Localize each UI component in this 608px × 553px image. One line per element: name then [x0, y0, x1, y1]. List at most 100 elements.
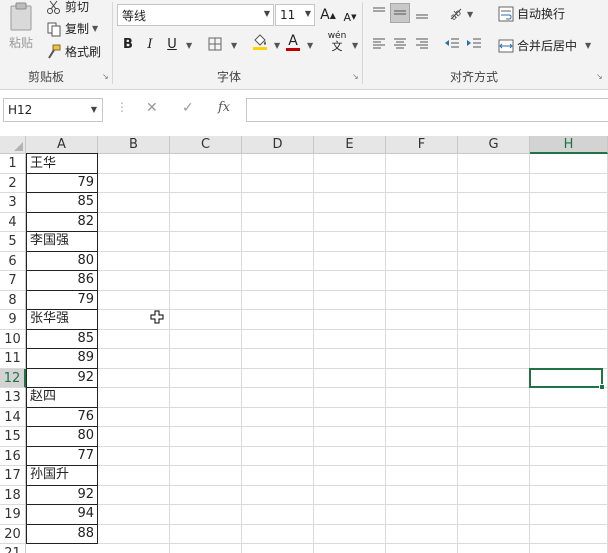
paste-button[interactable]: 粘贴: [6, 2, 36, 62]
underline-button[interactable]: U: [162, 34, 182, 54]
cell-a11[interactable]: 89: [26, 348, 98, 369]
merge-center-button[interactable]: 合并后居中 ▼: [498, 37, 591, 54]
column-header-h[interactable]: H: [530, 136, 608, 154]
chevron-down-icon[interactable]: ▼: [467, 10, 473, 19]
cell-a3[interactable]: 85: [26, 192, 98, 213]
chevron-down-icon[interactable]: ▼: [186, 41, 192, 50]
column-header-g[interactable]: G: [458, 136, 530, 154]
chevron-down-icon[interactable]: ▼: [307, 41, 313, 50]
cell-a9[interactable]: 张华强: [26, 309, 98, 330]
row-header-19[interactable]: 19: [0, 505, 26, 525]
cut-button[interactable]: 剪切: [46, 0, 89, 15]
row-header-6[interactable]: 6: [0, 251, 26, 271]
align-center-button[interactable]: [390, 34, 410, 54]
font-name-select[interactable]: 等线 ▼: [117, 4, 274, 26]
chevron-down-icon[interactable]: ▼: [274, 41, 280, 50]
chevron-down-icon[interactable]: ▼: [352, 41, 358, 50]
row-header-8[interactable]: 8: [0, 290, 26, 310]
fill-handle[interactable]: [599, 384, 605, 390]
font-color-button[interactable]: A: [283, 32, 303, 52]
formula-input[interactable]: [246, 98, 608, 122]
cell-a20[interactable]: 88: [26, 523, 98, 544]
cell-a13[interactable]: 赵四: [26, 387, 98, 408]
align-top-button[interactable]: [369, 3, 389, 23]
cell-a17[interactable]: 孙国升: [26, 465, 98, 486]
enter-check-icon[interactable]: ✓: [182, 100, 194, 116]
chevron-down-icon[interactable]: ▼: [585, 41, 591, 50]
row-header-14[interactable]: 14: [0, 407, 26, 427]
row-header-10[interactable]: 10: [0, 329, 26, 349]
row-header-18[interactable]: 18: [0, 485, 26, 505]
dialog-launcher-icon[interactable]: ↘: [352, 73, 360, 81]
fill-color-button[interactable]: [250, 32, 270, 52]
select-all-corner[interactable]: [0, 136, 26, 154]
orientation-button[interactable]: ab: [446, 3, 466, 23]
row-header-2[interactable]: 2: [0, 173, 26, 193]
group-divider: [362, 2, 363, 84]
dialog-launcher-icon[interactable]: ↘: [596, 73, 604, 81]
cell-a12[interactable]: 92: [26, 367, 98, 388]
borders-button[interactable]: [205, 34, 225, 54]
column-header-b[interactable]: B: [98, 136, 170, 154]
row-header-3[interactable]: 3: [0, 193, 26, 213]
row-header-20[interactable]: 20: [0, 524, 26, 544]
align-right-icon: [416, 38, 428, 49]
cell-a1[interactable]: 王华: [26, 153, 98, 174]
align-bottom-button[interactable]: [412, 3, 432, 23]
row-header-12[interactable]: 12: [0, 368, 26, 388]
row-header-1[interactable]: 1: [0, 154, 26, 174]
chevron-down-icon[interactable]: ▼: [231, 41, 237, 50]
row-header-16[interactable]: 16: [0, 446, 26, 466]
bold-button[interactable]: B: [118, 34, 138, 54]
row-header-11[interactable]: 11: [0, 349, 26, 369]
row-header-9[interactable]: 9: [0, 310, 26, 330]
column-header-f[interactable]: F: [386, 136, 458, 154]
row-header-5[interactable]: 5: [0, 232, 26, 252]
cell-a7[interactable]: 86: [26, 270, 98, 291]
format-painter-button[interactable]: 格式刷: [46, 43, 101, 60]
spreadsheet-grid[interactable]: ABCDEFGH 1 2 3 4 5 6 7 8 9 10 11 12 13 14 15 16 17 18 19 20…: [0, 136, 608, 553]
align-middle-button[interactable]: [390, 3, 410, 23]
column-header-c[interactable]: C: [170, 136, 242, 154]
insert-function-icon[interactable]: fx: [218, 100, 230, 115]
italic-button[interactable]: I: [140, 34, 160, 54]
cell-a6[interactable]: 80: [26, 250, 98, 271]
font-size-select[interactable]: 11 ▼: [275, 4, 315, 26]
row-header-7[interactable]: 7: [0, 271, 26, 291]
column-header-e[interactable]: E: [314, 136, 386, 154]
decrease-indent-button[interactable]: [442, 34, 462, 54]
row-header-13[interactable]: 13: [0, 388, 26, 408]
more-options-icon[interactable]: ⋮: [116, 100, 128, 114]
row-header-21[interactable]: 21: [0, 544, 26, 553]
chevron-down-icon[interactable]: ▼: [92, 24, 98, 33]
align-left-button[interactable]: [369, 34, 389, 54]
column-header-a[interactable]: A: [26, 136, 98, 154]
copy-button[interactable]: 复制 ▼: [46, 20, 98, 37]
dialog-launcher-icon[interactable]: ↘: [102, 73, 110, 81]
cell-a8[interactable]: 79: [26, 289, 98, 310]
name-box[interactable]: H12 ▼: [3, 98, 103, 122]
cell-a19[interactable]: 94: [26, 504, 98, 525]
cancel-icon[interactable]: ✕: [146, 100, 158, 116]
cell-a14[interactable]: 76: [26, 406, 98, 427]
cell-a18[interactable]: 92: [26, 484, 98, 505]
cell-a10[interactable]: 85: [26, 328, 98, 349]
row-header-17[interactable]: 17: [0, 466, 26, 486]
row-header-15[interactable]: 15: [0, 427, 26, 447]
selected-cell-h12[interactable]: [529, 368, 605, 390]
cell-a15[interactable]: 80: [26, 426, 98, 447]
grow-font-button[interactable]: A ▲: [318, 5, 338, 25]
border-icon: [208, 37, 222, 51]
shrink-font-button[interactable]: A ▼: [340, 7, 360, 27]
wrap-text-button[interactable]: 自动换行: [498, 5, 565, 22]
column-header-d[interactable]: D: [242, 136, 314, 154]
cell-a5[interactable]: 李国强: [26, 231, 98, 252]
cell-a4[interactable]: 82: [26, 211, 98, 232]
cell-a2[interactable]: 79: [26, 172, 98, 193]
cell-a16[interactable]: 77: [26, 445, 98, 466]
row-header-4[interactable]: 4: [0, 212, 26, 232]
align-right-button[interactable]: [412, 34, 432, 54]
increase-indent-button[interactable]: [464, 34, 484, 54]
row-gridline: [26, 445, 608, 447]
phonetic-button[interactable]: wén 文: [326, 32, 348, 53]
